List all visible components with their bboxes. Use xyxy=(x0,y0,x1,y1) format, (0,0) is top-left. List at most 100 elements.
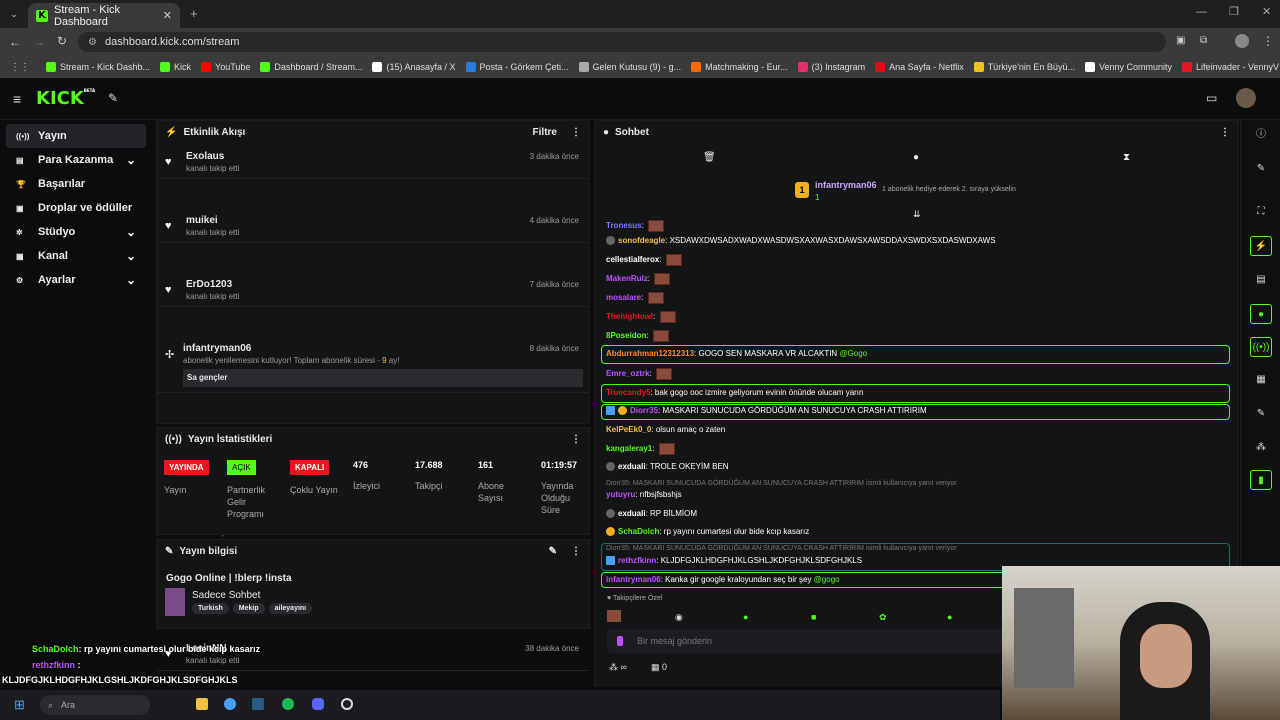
minimize-icon[interactable]: — xyxy=(1196,6,1207,18)
sidebar-item[interactable]: ✲ Stüdyo ⌄ xyxy=(6,220,146,244)
emote-slot-1[interactable] xyxy=(607,610,621,622)
emote-slot-5[interactable]: ✿ xyxy=(879,612,887,623)
stream-tag[interactable]: Mekip xyxy=(232,603,265,614)
discord-icon[interactable] xyxy=(312,698,324,710)
bookmark-item[interactable]: Dashboard / Stream... xyxy=(260,62,362,72)
extension-icon[interactable]: ▣ xyxy=(1176,35,1185,46)
maximize-icon[interactable]: ❐ xyxy=(1229,5,1239,18)
close-tab-icon[interactable]: ✕ xyxy=(163,9,172,22)
chat-username[interactable]: cellestialferox xyxy=(606,255,659,264)
filter-button[interactable]: Filtre xyxy=(533,127,557,138)
stream-tag[interactable]: aileyayını xyxy=(268,603,313,614)
hamburger-menu-icon[interactable]: ≡ xyxy=(13,91,21,107)
broadcast-icon[interactable]: ((•)) xyxy=(1250,337,1272,357)
emote-slot-3[interactable]: ● xyxy=(743,612,748,622)
bookmark-item[interactable]: Türkiye'nin En Büyü... xyxy=(973,62,1075,72)
bookmark-item[interactable]: Matchmaking - Eur... xyxy=(691,62,788,72)
pin-icon[interactable]: ✎ xyxy=(108,91,118,105)
pencil-icon[interactable]: ✎ xyxy=(1250,159,1272,179)
chat-username[interactable]: SchaDolch xyxy=(618,527,659,536)
bookmark-item[interactable]: Posta - Görkem Çeti... xyxy=(465,62,569,72)
chat-mention[interactable]: @Gogo xyxy=(839,349,867,358)
chat-username[interactable]: 8Poseidon xyxy=(606,331,646,340)
chat-username[interactable]: Tronesus xyxy=(606,221,642,230)
bookmark-item[interactable]: (15) Anasayfa / X xyxy=(372,62,456,72)
event-user[interactable]: ErDo1203 xyxy=(186,279,232,290)
browser-tab-kick[interactable]: K Stream - Kick Dashboard ✕ xyxy=(28,3,180,28)
chat-emote-picker-icon[interactable] xyxy=(617,636,623,646)
browser-menu-icon[interactable]: ⋮ xyxy=(1262,34,1274,48)
bookmark-item[interactable]: Lifeinvader - VennyV xyxy=(1182,62,1279,72)
sidebar-item[interactable]: ⚙ Ayarlar ⌄ xyxy=(6,268,146,292)
sidebar-item[interactable]: ▣ Droplar ve ödüller xyxy=(6,196,146,220)
apps-icon[interactable]: ⋮⋮ xyxy=(10,62,30,73)
new-tab-icon[interactable]: + xyxy=(190,6,198,21)
chat-username[interactable]: rethzfkinn xyxy=(618,556,656,565)
chat-username[interactable]: Emre_oztrk xyxy=(606,369,650,378)
chat-username[interactable]: kangaleray1 xyxy=(606,444,652,453)
infinity-icon[interactable]: ⁂ ∞ xyxy=(609,662,627,673)
info-icon[interactable]: ⓘ xyxy=(1250,125,1272,145)
kick-logo[interactable]: KICKBETA xyxy=(36,88,95,109)
site-info-icon[interactable]: ⚙ xyxy=(88,37,97,48)
chat-username[interactable]: exduali xyxy=(618,509,646,518)
fullscreen-icon[interactable]: ⛶ xyxy=(1250,202,1272,222)
stream-tag[interactable]: Turkish xyxy=(192,603,229,614)
stack-icon[interactable]: ▦ xyxy=(1250,370,1272,390)
sidebar-item[interactable]: 🏆 Başarılar xyxy=(6,172,146,196)
creator-tools-icon[interactable]: ▭ xyxy=(1206,91,1217,105)
stats-more-icon[interactable]: ⋮ xyxy=(571,434,581,445)
trash-icon[interactable]: 🗑 xyxy=(703,152,716,163)
mobile-icon[interactable]: ▮ xyxy=(1250,470,1272,490)
emote-slot-6[interactable]: ● xyxy=(947,612,952,622)
bookmark-item[interactable]: Kick xyxy=(160,62,191,72)
chat-username[interactable]: Abdurrahman12312313 xyxy=(606,349,694,358)
close-window-icon[interactable]: ✕ xyxy=(1262,5,1271,18)
back-icon[interactable]: ← xyxy=(9,35,21,49)
channel-points[interactable]: ▦ 0 xyxy=(651,662,667,673)
bookmark-item[interactable]: Stream - Kick Dashb... xyxy=(46,62,150,72)
bookmark-item[interactable]: Ana Sayfa - Netflix xyxy=(875,62,964,72)
emote-slot-2[interactable]: ◉ xyxy=(675,612,683,623)
share-icon[interactable]: ⁂ xyxy=(1250,438,1272,458)
chat-username[interactable]: yutuyru xyxy=(606,490,635,499)
bookmark-item[interactable]: Venny Community xyxy=(1084,62,1172,72)
emote-slot-4[interactable]: ■ xyxy=(811,612,816,622)
chat-username[interactable]: mosalare xyxy=(606,293,641,302)
chat-username[interactable]: MakenRulz xyxy=(606,274,648,283)
sidebar-item[interactable]: ▦ Kanal ⌄ xyxy=(6,244,146,268)
steam-icon[interactable] xyxy=(252,698,264,710)
bookmark-item[interactable]: YouTube xyxy=(201,62,250,72)
chat-username[interactable]: KelPeEk0_0 xyxy=(606,425,651,434)
chat-input[interactable]: Bir mesaj gönderin xyxy=(607,629,1012,653)
event-user[interactable]: Exolaus xyxy=(186,151,224,162)
file-explorer-icon[interactable] xyxy=(196,698,208,710)
event-user[interactable]: infantryman06 xyxy=(183,343,251,354)
wrench-icon[interactable]: ✎ xyxy=(1250,404,1272,424)
puzzle-icon[interactable]: ⧉ xyxy=(1200,35,1207,46)
event-user[interactable]: muikei xyxy=(186,215,218,226)
chat-icon[interactable]: ● xyxy=(1250,304,1272,324)
bookmark-item[interactable]: (3) Instagram xyxy=(797,62,865,72)
obs-icon[interactable] xyxy=(341,698,353,710)
sidebar-item[interactable]: ▤ Para Kazanma ⌄ xyxy=(6,148,146,172)
chrome-icon[interactable] xyxy=(224,698,236,710)
spotify-icon[interactable] xyxy=(282,698,294,710)
forward-icon[interactable]: → xyxy=(33,35,45,49)
chat-more-icon[interactable]: ⋮ xyxy=(1220,127,1230,138)
document-icon[interactable]: ▤ xyxy=(1250,270,1272,290)
sidebar-item[interactable]: ((•)) Yayın xyxy=(6,124,146,148)
chat-username[interactable]: sonofdeagle xyxy=(618,236,665,245)
chat-username[interactable]: Thenightowl xyxy=(606,312,653,321)
chat-username[interactable]: exduali xyxy=(618,462,646,471)
url-input[interactable]: ⚙ dashboard.kick.com/stream xyxy=(78,32,1166,52)
pinned-user[interactable]: infantryman06 xyxy=(815,180,877,190)
chat-username[interactable]: infantryman06 xyxy=(606,575,661,584)
windows-start-icon[interactable]: ⊞ xyxy=(14,697,25,713)
bolt-icon[interactable]: ⚡ xyxy=(1250,236,1272,256)
reload-icon[interactable]: ↻ xyxy=(57,34,67,48)
hourglass-icon[interactable]: ⧗ xyxy=(1123,152,1130,163)
taskbar-search[interactable]: ⌕ Ara xyxy=(40,695,150,715)
chat-settings-icon[interactable]: ● xyxy=(913,152,919,163)
activity-more-icon[interactable]: ⋮ xyxy=(571,127,581,138)
